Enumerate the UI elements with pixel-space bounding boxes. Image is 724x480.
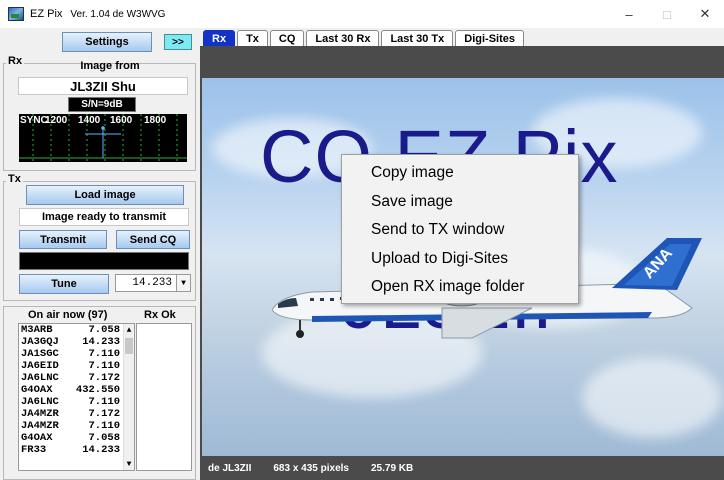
scroll-up-icon[interactable]: ▲ — [124, 324, 134, 336]
spectrum-label-1800: 1800 — [144, 115, 167, 126]
spectrum-label-1600: 1600 — [110, 115, 133, 126]
tab-last-30-tx[interactable]: Last 30 Tx — [381, 30, 454, 46]
title-bar: EZ Pix Ver. 1.04 de W3WVG – □ ✕ — [0, 0, 724, 28]
list-item[interactable]: JA4MZR 7.110 — [19, 420, 134, 432]
status-from: de JL3ZII — [208, 462, 252, 474]
on-air-scrollbar[interactable]: ▲ ▼ — [123, 324, 134, 470]
station-freq: 7.110 — [88, 360, 120, 372]
tab-tx[interactable]: Tx — [237, 30, 268, 46]
expand-button[interactable]: >> — [164, 34, 192, 50]
station-freq: 7.172 — [88, 372, 120, 384]
station-call: JA4MZR — [21, 420, 59, 432]
list-item[interactable]: JA6LNC 7.172 — [19, 372, 134, 384]
status-filesize: 25.79 KB — [370, 462, 414, 474]
list-item[interactable]: JA1SGC 7.110 — [19, 348, 134, 360]
snr-display: S/N=9dB — [68, 97, 136, 112]
spectrum-label-sync: SYNC — [20, 115, 48, 126]
settings-button[interactable]: Settings — [62, 32, 152, 52]
rx-group-label: Rx — [6, 55, 25, 67]
spectrum-label-1200: 1200 — [45, 115, 68, 126]
send-cq-button[interactable]: Send CQ — [116, 230, 190, 249]
tab-last-30-rx[interactable]: Last 30 Rx — [306, 30, 380, 46]
status-bar: de JL3ZII 683 x 435 pixels 25.79 KB — [200, 456, 724, 480]
menu-item-copy-image[interactable]: Copy image — [342, 159, 578, 188]
tab-digi-sites[interactable]: Digi-Sites — [455, 30, 524, 46]
tx-progress-bar — [19, 252, 189, 270]
app-icon — [8, 7, 24, 21]
chevron-down-icon[interactable]: ▼ — [176, 275, 190, 291]
scroll-thumb[interactable] — [125, 338, 133, 354]
tx-status-field: Image ready to transmit — [19, 208, 189, 226]
left-panel: Settings >> Rx Image from JL3ZII Shu S/N… — [0, 28, 200, 480]
window-title: EZ Pix — [30, 8, 63, 20]
window-version: Ver. 1.04 de W3WVG — [70, 8, 166, 20]
station-call: FR33 — [21, 444, 47, 456]
maximize-button[interactable]: □ — [648, 0, 686, 28]
status-size: 683 x 435 pixels — [273, 462, 349, 474]
station-call: JA6LNC — [21, 396, 59, 408]
station-freq: 7.110 — [88, 396, 120, 408]
tune-button[interactable]: Tune — [19, 274, 109, 294]
station-freq: 14.233 — [82, 336, 120, 348]
load-image-button[interactable]: Load image — [26, 185, 184, 205]
station-freq: 7.172 — [88, 408, 120, 420]
on-air-header: On air now (97) — [28, 309, 108, 321]
rx-ok-header: Rx Ok — [144, 309, 176, 321]
list-item[interactable]: JA6LNC 7.110 — [19, 396, 134, 408]
frequency-value: 14.233 — [132, 277, 172, 289]
close-button[interactable]: ✕ — [686, 0, 724, 28]
station-call: JA3GQJ — [21, 336, 59, 348]
minimize-button[interactable]: – — [610, 0, 648, 28]
rx-ok-list[interactable] — [136, 323, 192, 471]
station-freq: 7.110 — [88, 420, 120, 432]
menu-item-open-rx-folder[interactable]: Open RX image folder — [342, 273, 578, 302]
station-call: G4OAX — [21, 384, 53, 396]
station-call: JA6EID — [21, 360, 59, 372]
spectrum-display: SYNC 1200 1400 1600 1800 — [19, 114, 187, 162]
list-item[interactable]: G4OAX 7.058 — [19, 432, 134, 444]
on-air-list[interactable]: M3ARB 7.058 JA3GQJ 14.233 JA1SGC 7.110 JA6EID 7… — [18, 323, 135, 471]
list-item[interactable]: JA3GQJ 14.233 — [19, 336, 134, 348]
context-menu: Copy image Save image Send to TX window … — [341, 154, 579, 304]
received-image[interactable]: CQ EZ Pix JL3ZII ANA Copy image Save ima… — [202, 78, 724, 470]
station-freq: 7.110 — [88, 348, 120, 360]
display-top-strip — [200, 46, 724, 78]
station-call: JA6LNC — [21, 372, 59, 384]
tab-bar: Rx Tx CQ Last 30 Rx Last 30 Tx Digi-Site… — [203, 30, 526, 46]
tx-group-label: Tx — [6, 173, 23, 185]
main-display: CQ EZ Pix JL3ZII ANA Copy image Save ima… — [200, 46, 724, 480]
station-call: JA1SGC — [21, 348, 59, 360]
list-item[interactable]: JA4MZR 7.172 — [19, 408, 134, 420]
list-item[interactable]: JA6EID 7.110 — [19, 360, 134, 372]
menu-item-upload-digi-sites[interactable]: Upload to Digi-Sites — [342, 245, 578, 274]
station-rows: M3ARB 7.058 JA3GQJ 14.233 JA1SGC 7.110 JA6EID 7… — [19, 324, 134, 456]
spectrum-label-1400: 1400 — [78, 115, 101, 126]
station-freq: 7.058 — [88, 324, 120, 336]
station-call: M3ARB — [21, 324, 53, 336]
window-controls: – □ ✕ — [610, 0, 724, 28]
list-item[interactable]: M3ARB 7.058 — [19, 324, 134, 336]
image-from-field: JL3ZII Shu — [18, 77, 188, 95]
list-item[interactable]: FR33 14.233 — [19, 444, 134, 456]
scroll-down-icon[interactable]: ▼ — [124, 458, 134, 470]
tab-cq[interactable]: CQ — [269, 30, 305, 46]
frequency-select[interactable]: 14.233 ▼ — [115, 274, 191, 292]
tab-rx[interactable]: Rx — [203, 30, 236, 46]
station-freq: 14.233 — [82, 444, 120, 456]
menu-item-save-image[interactable]: Save image — [342, 188, 578, 217]
list-item[interactable]: G4OAX 432.550 — [19, 384, 134, 396]
image-from-label: Image from — [80, 60, 140, 72]
menu-item-send-to-tx[interactable]: Send to TX window — [342, 216, 578, 245]
station-call: JA4MZR — [21, 408, 59, 420]
station-freq: 7.058 — [88, 432, 120, 444]
station-call: G4OAX — [21, 432, 53, 444]
transmit-button[interactable]: Transmit — [19, 230, 107, 249]
station-freq: 432.550 — [75, 384, 120, 396]
